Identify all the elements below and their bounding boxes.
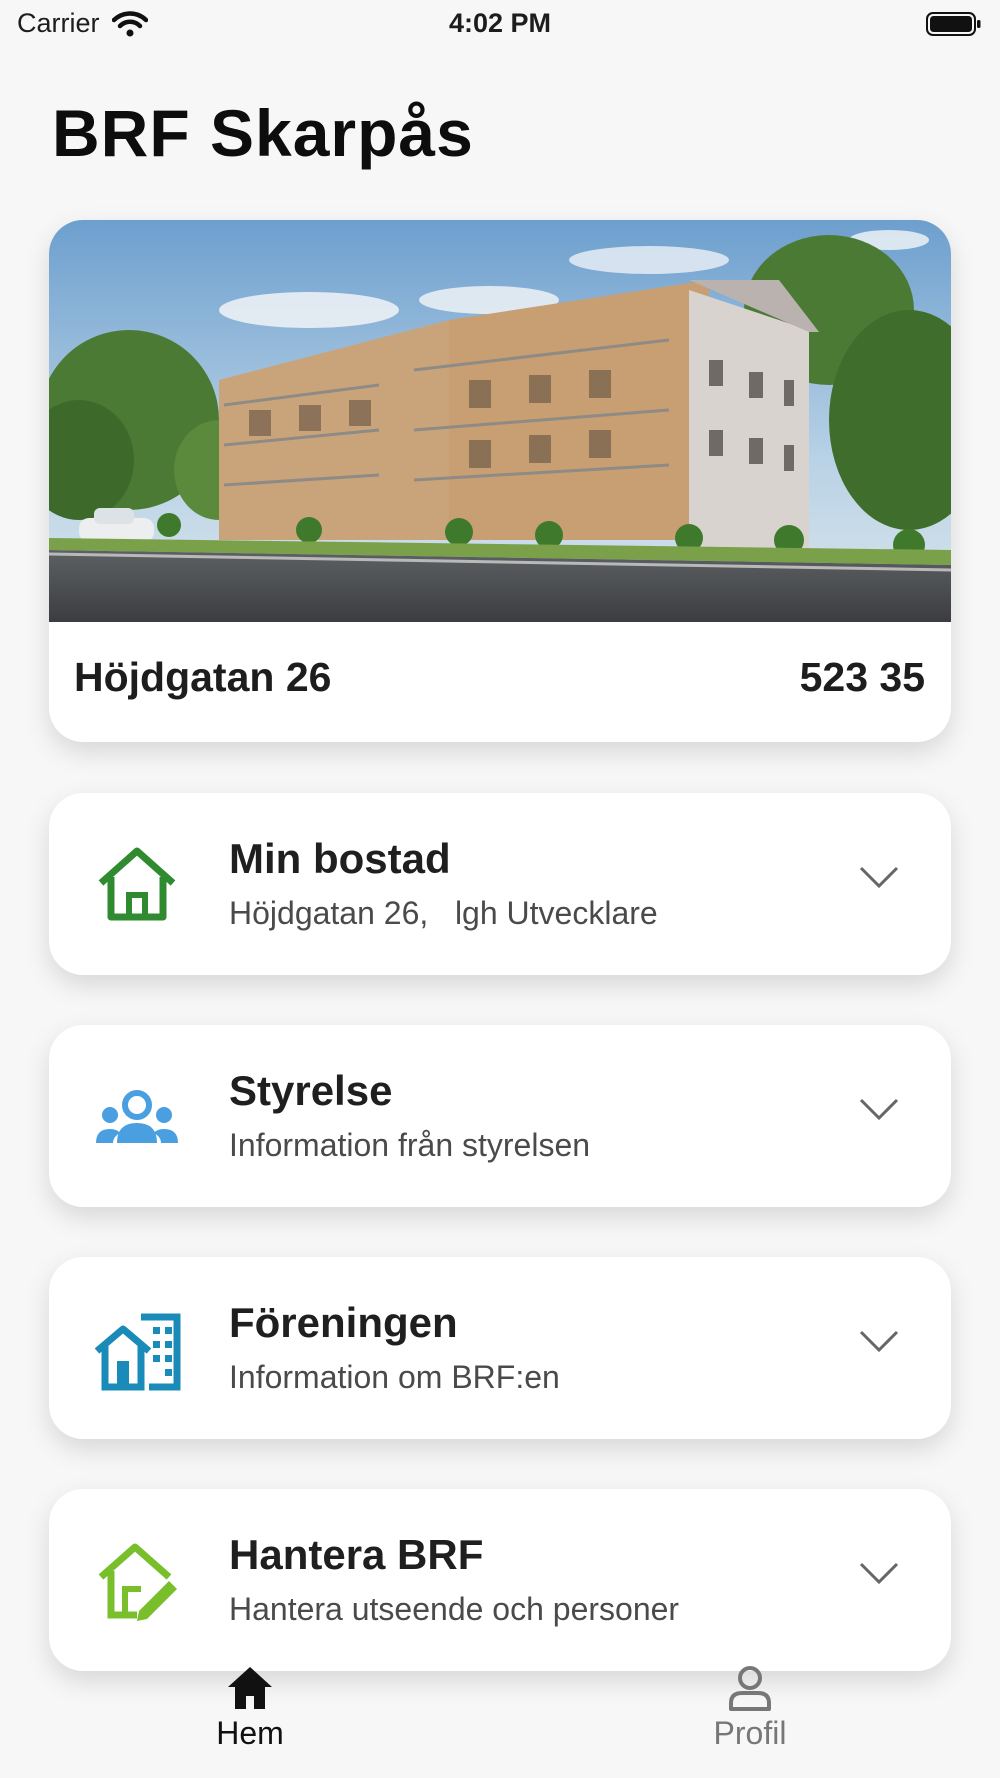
page-title: BRF Skarpås bbox=[52, 96, 474, 170]
menu-title: Föreningen bbox=[229, 1299, 458, 1346]
menu-item-min-bostad[interactable]: Min bostad Höjdgatan 26, lgh Utvecklare bbox=[49, 793, 951, 975]
chevron-down-icon[interactable] bbox=[859, 1561, 899, 1585]
menu-item-hantera-brf[interactable]: Hantera BRF Hantera utseende och persone… bbox=[49, 1489, 951, 1671]
battery-icon bbox=[926, 12, 981, 36]
tab-label-profil: Profil bbox=[713, 1715, 787, 1751]
house-edit-icon bbox=[98, 1543, 177, 1621]
menu-item-foreningen[interactable]: Föreningen Information om BRF:en bbox=[49, 1257, 951, 1439]
person-icon bbox=[729, 1666, 771, 1711]
hero-zip: 523 35 bbox=[799, 654, 925, 700]
home-icon bbox=[228, 1667, 272, 1709]
house-icon bbox=[98, 847, 176, 921]
menu-title: Hantera BRF bbox=[229, 1531, 484, 1578]
tab-hem[interactable]: Hem bbox=[150, 1665, 350, 1752]
chevron-down-icon[interactable] bbox=[859, 1097, 899, 1121]
menu-subtitle: Höjdgatan 26, lgh Utvecklare bbox=[229, 895, 658, 931]
chevron-down-icon[interactable] bbox=[859, 1329, 899, 1353]
chevron-down-icon[interactable] bbox=[859, 865, 899, 889]
association-card[interactable]: Höjdgatan 26 523 35 bbox=[49, 220, 951, 742]
tab-label-hem: Hem bbox=[216, 1715, 284, 1751]
building-image bbox=[49, 220, 951, 622]
menu-subtitle: Information om BRF:en bbox=[229, 1359, 560, 1395]
tab-profil[interactable]: Profil bbox=[650, 1665, 850, 1752]
group-icon bbox=[96, 1090, 178, 1143]
menu-item-styrelse[interactable]: Styrelse Information från styrelsen bbox=[49, 1025, 951, 1207]
status-bar: Carrier 4:02 PM bbox=[0, 0, 1000, 50]
menu-title: Styrelse bbox=[229, 1067, 393, 1114]
buildings-icon bbox=[94, 1313, 181, 1391]
menu-subtitle: Information från styrelsen bbox=[229, 1127, 591, 1163]
menu-subtitle: Hantera utseende och personer bbox=[229, 1591, 680, 1627]
tab-bar: Hem Profil bbox=[0, 1665, 1000, 1778]
status-time: 4:02 PM bbox=[448, 8, 552, 38]
menu-title: Min bostad bbox=[229, 835, 451, 882]
hero-address: Höjdgatan 26 bbox=[74, 654, 332, 700]
